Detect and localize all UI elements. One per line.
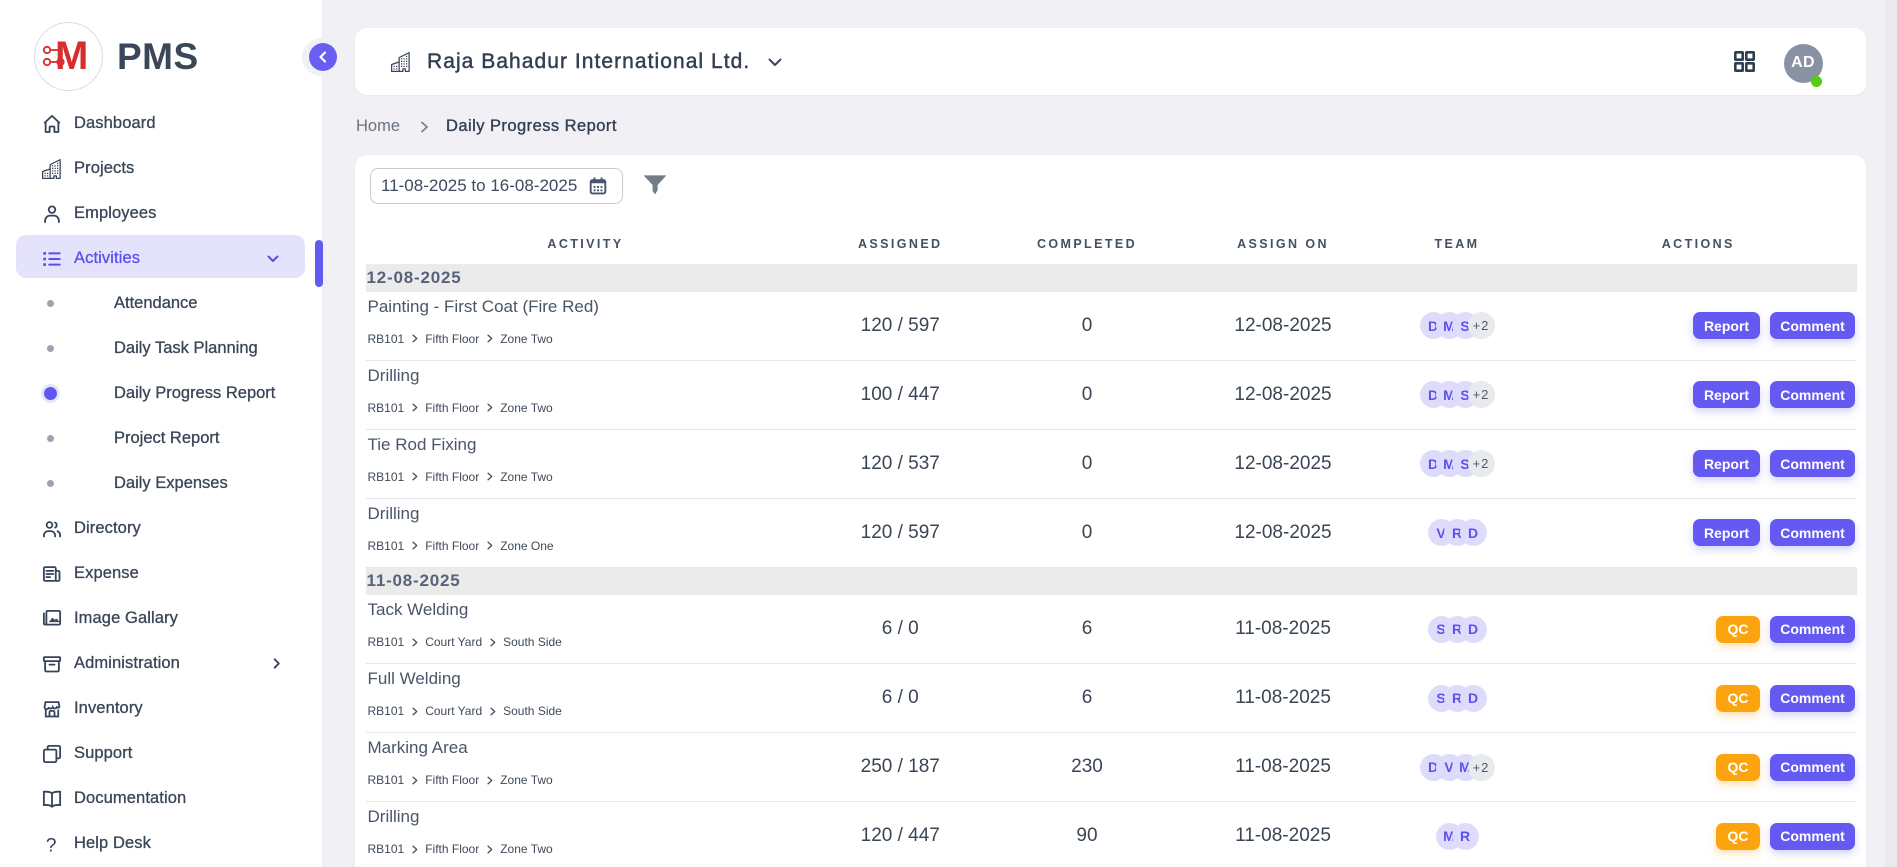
svg-text:M: M <box>55 34 88 78</box>
svg-text:?: ? <box>46 834 57 854</box>
